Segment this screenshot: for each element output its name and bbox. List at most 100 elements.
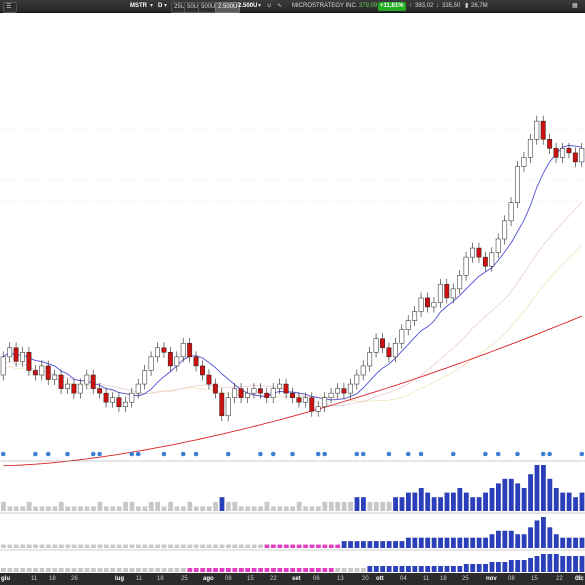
candle-body: [174, 356, 180, 367]
volume3-bar: [573, 556, 578, 572]
volume2-bar: [91, 544, 96, 548]
volume-bar: [457, 488, 463, 511]
volume2-bar: [238, 544, 244, 548]
volume3-bar: [515, 560, 521, 572]
volume-bar: [46, 506, 51, 511]
volume3-bar: [65, 568, 71, 572]
date-tick-label: 08: [225, 576, 232, 582]
date-tick-label: 11: [423, 576, 430, 582]
volume-bar: [277, 506, 283, 511]
volume-bar: [573, 497, 578, 511]
high-value: 383,02: [415, 3, 434, 9]
volume-bar: [496, 483, 501, 511]
volume3-bar: [97, 568, 103, 572]
candle-body: [142, 370, 148, 385]
candle-body: [508, 202, 514, 222]
volume3-bar: [271, 568, 276, 572]
symbol-chevron-icon[interactable]: ▾: [150, 2, 153, 11]
sparkline-icon[interactable]: ∿: [277, 2, 282, 11]
date-tick-label: 25: [181, 576, 188, 582]
volume2-bar: [412, 537, 418, 548]
candle-body: [521, 157, 527, 167]
period-selector[interactable]: D: [158, 2, 162, 11]
volume2-bar: [103, 544, 109, 548]
date-tick-label: ott: [376, 576, 384, 582]
volume2-bar: [547, 527, 553, 548]
candle-body: [116, 397, 122, 407]
volume2-bar: [26, 544, 32, 548]
volume2-bar: [296, 544, 302, 548]
date-tick-label: 08: [508, 576, 515, 582]
candle-body: [540, 120, 546, 140]
volume2-bar: [200, 544, 206, 548]
volume-bar: [547, 478, 553, 511]
volume-bar: [26, 501, 32, 511]
candle-body: [71, 383, 77, 394]
volume2-bar: [226, 544, 231, 548]
candle-body: [58, 374, 64, 389]
event-marker: [225, 451, 231, 457]
volume-bar: [341, 501, 347, 511]
volume3-bar: [200, 568, 206, 572]
volume3-bar: [341, 568, 347, 572]
volume2-bar: [78, 544, 83, 548]
toolbar: ☰ MSTR ▾ D ▾ 25U 50U 500U 2.500U 2.500U …: [0, 0, 585, 13]
volume2-bar: [65, 544, 71, 548]
bars-current[interactable]: 2.500U: [238, 2, 257, 11]
candle-body: [264, 392, 270, 398]
volume3-bar: [316, 568, 321, 572]
volume3-bar: [168, 568, 173, 572]
candle-body: [277, 383, 283, 389]
volume2-bar: [328, 544, 334, 548]
date-tick-label: nov: [486, 576, 497, 582]
candle-body: [495, 238, 501, 253]
app-menu-icon[interactable]: ☰: [3, 2, 17, 13]
candle-body: [39, 365, 45, 376]
volume2-bar: [123, 544, 128, 548]
volume-bar: [251, 506, 257, 511]
volume2-bar: [264, 544, 270, 548]
candle-body: [489, 252, 495, 267]
volume-bar: [232, 501, 238, 511]
candle-body: [0, 356, 6, 376]
bars-chevron-icon[interactable]: ▾: [258, 2, 261, 11]
candle-body: [566, 148, 572, 154]
bars-option-2500[interactable]: 2.500U: [215, 2, 241, 13]
volume2-bar: [541, 517, 546, 548]
volume2-bar: [116, 544, 122, 548]
volume3-bar: [84, 568, 90, 572]
date-tick-label: 22: [270, 576, 277, 582]
event-marker: [483, 451, 488, 457]
volume2-bar: [97, 544, 103, 548]
date-tick-label: 18: [440, 576, 447, 582]
volume3-bar: [373, 566, 379, 572]
volume3-bar: [277, 568, 283, 572]
candle-body: [386, 347, 392, 358]
period-chevron-icon[interactable]: ▾: [164, 2, 167, 11]
volume2-bar: [373, 541, 379, 548]
candle-body: [219, 392, 225, 417]
volume-bar: [438, 497, 443, 511]
candle-body: [367, 352, 373, 367]
settings-icon[interactable]: ▦: [572, 2, 578, 11]
volume3-bar: [579, 556, 585, 572]
volume2-bar: [20, 544, 26, 548]
date-tick-label: 18: [157, 576, 164, 582]
volume2-bar: [142, 544, 148, 548]
price-chart[interactable]: [0, 13, 585, 573]
volume2-bar: [283, 544, 289, 548]
candle-body: [309, 397, 315, 412]
volume-value: 26,7M: [471, 3, 488, 9]
magnet-icon[interactable]: ∪: [267, 2, 271, 11]
volume2-bar: [181, 544, 186, 548]
symbol-selector[interactable]: MSTR: [130, 2, 147, 11]
volume3-bar: [393, 566, 398, 572]
volume-bar: [566, 492, 572, 511]
volume3-bar: [438, 566, 443, 572]
volume-bar: [528, 474, 533, 511]
volume3-bar: [496, 562, 501, 572]
volume-bar: [451, 492, 456, 511]
candle-body: [20, 352, 25, 362]
volume-bar: [425, 492, 431, 511]
volume3-bar: [457, 566, 463, 572]
